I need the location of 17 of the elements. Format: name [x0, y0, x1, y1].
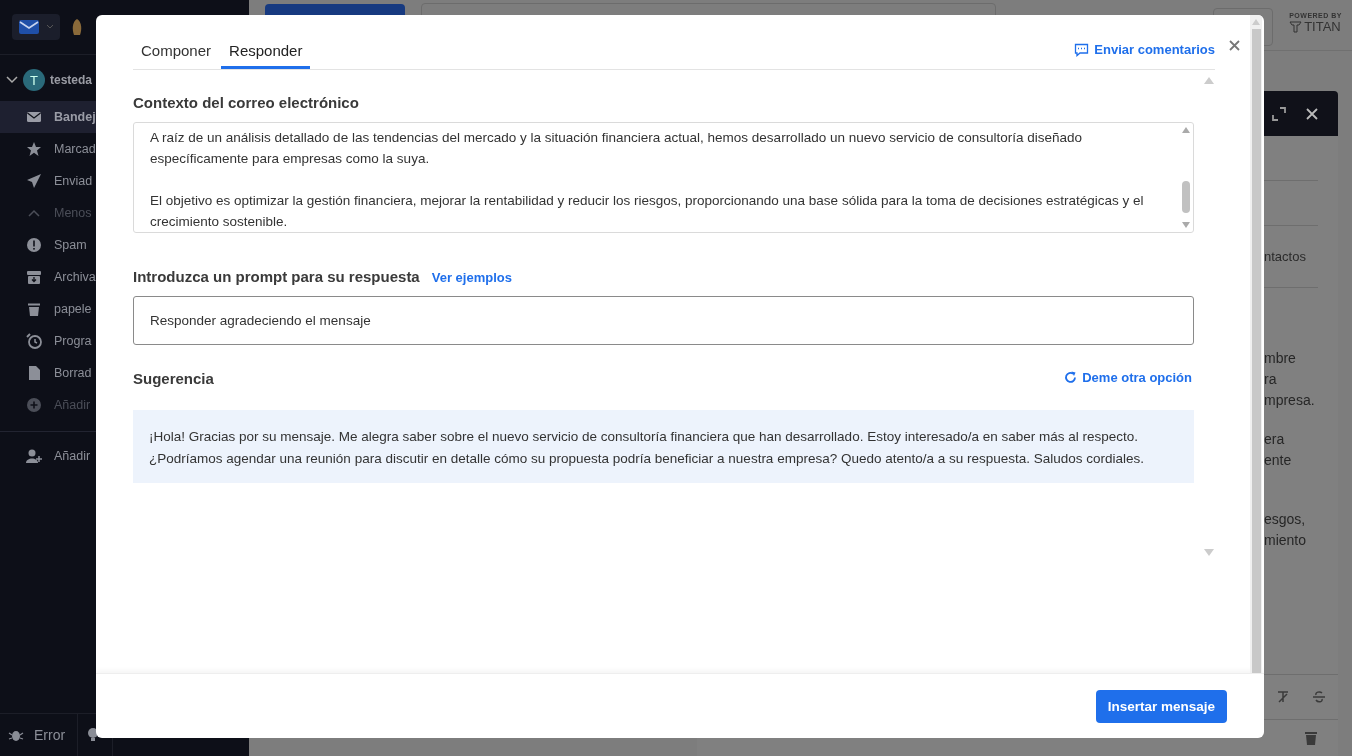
message-text: ra [1264, 370, 1278, 389]
context-text: A raíz de un análisis detallado de las tendencias del mercado y la situación financiera actual, hemos desarrollado un nuevo servicio de consultoría diseñado específicamente para empresas como la suya. [150, 129, 1084, 168]
recipient-text: ntactos [1264, 249, 1306, 264]
message-text: mpresa. [1264, 391, 1316, 410]
context-text: El objetivo es optimizar la gestión financiera, mejorar la rentabilidad y reducir los riesgos, proporcionando una base sólida para la toma de decisiones estratégicas y el crecimiento sostenible. [150, 192, 1145, 231]
message-text: miento [1264, 531, 1308, 550]
message-text: mbre [1264, 349, 1297, 368]
message-text: esgos, [1264, 510, 1307, 529]
section-title: Contexto del correo electrónico [133, 94, 360, 111]
brand-name: TITAN [1289, 19, 1341, 34]
message-text: ente [1264, 451, 1293, 470]
account-name: testeda [50, 73, 93, 87]
section-title: Sugerencia [133, 370, 214, 387]
suggestion-text: ¡Hola! Gracias por su mensaje. Me alegra saber sobre el nuevo servicio de consultoría financiera que han desarrollado. Estoy interesado/a en saber más al respecto. ¿Podríamos agendar una reunión para discutir en detalle cómo su propuesta podría beneficiar a nuestra empresa? Quedo atento/a a su respuesta. Saludos cordiales. [133, 410, 1194, 483]
section-title: Introduzca un prompt para su respuesta [133, 268, 420, 285]
avatar: T [23, 69, 45, 91]
message-text: era [1264, 430, 1286, 449]
